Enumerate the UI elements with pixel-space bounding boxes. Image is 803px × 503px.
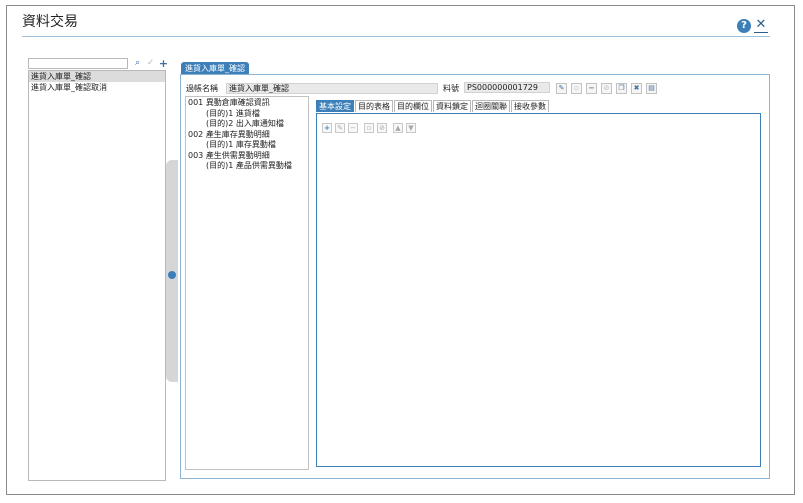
check-icon[interactable]: ✓ <box>145 58 156 69</box>
tree-target-node[interactable]: (目的)1 產品供需異動檔 <box>186 161 308 172</box>
edit-row-icon[interactable]: ✎ <box>335 123 345 133</box>
remove-icon[interactable]: − <box>586 83 597 94</box>
title-divider <box>22 36 770 37</box>
account-name-field[interactable]: 進貨入庫單_確認 <box>226 83 438 94</box>
subtab-2[interactable]: 目的欄位 <box>394 100 432 112</box>
subtab-4[interactable]: 迴圈關聯 <box>472 100 510 112</box>
tree-step-node[interactable]: 001 異動倉庫確認資訊 <box>186 98 308 109</box>
page-title: 資料交易 <box>22 14 78 30</box>
search-input[interactable] <box>28 58 128 69</box>
close-icon[interactable]: ✕ <box>754 18 768 33</box>
cancel-row-icon[interactable]: ⊘ <box>377 123 387 133</box>
tree-target-node[interactable]: (目的)2 出入庫通知檔 <box>186 119 308 130</box>
tree-target-node[interactable]: (目的)1 庫存異動檔 <box>186 140 308 151</box>
document-icon[interactable]: ▤ <box>646 83 657 94</box>
subtab-1[interactable]: 目的表格 <box>355 100 393 112</box>
move-down-icon[interactable]: ▼ <box>406 123 416 133</box>
subtab-bar: 基本設定 目的表格 目的欄位 資料鎖定 迴圈關聯 接收參數 <box>316 100 550 112</box>
save-icon[interactable]: ▫ <box>571 83 582 94</box>
copy-icon[interactable]: ❐ <box>616 83 627 94</box>
list-item-confirm[interactable]: 進貨入庫單_確認 <box>29 71 165 82</box>
number-label: 料號 <box>443 84 459 93</box>
subtab-0[interactable]: 基本設定 <box>316 100 354 112</box>
add-icon[interactable]: + <box>158 58 169 69</box>
edit-icon[interactable]: ✎ <box>556 83 567 94</box>
save-row-icon[interactable]: ▫ <box>364 123 374 133</box>
remove-row-icon[interactable]: − <box>348 123 358 133</box>
search-icon[interactable]: ⌕ <box>132 58 143 69</box>
detail-panel <box>316 113 761 467</box>
cancel-icon[interactable]: ⊘ <box>601 83 612 94</box>
subtab-3[interactable]: 資料鎖定 <box>433 100 471 112</box>
number-field[interactable]: PS000000001729 <box>464 82 550 93</box>
account-name-label: 過帳名稱 <box>186 84 218 93</box>
collapse-icon[interactable] <box>168 271 176 279</box>
list-item-cancel[interactable]: 進貨入庫單_確認取消 <box>29 82 165 93</box>
subtab-5[interactable]: 接收參數 <box>511 100 549 112</box>
help-icon[interactable]: ? <box>737 19 751 33</box>
step-tree: 001 異動倉庫確認資訊 (目的)1 進貨檔 (目的)2 出入庫通知檔 002 產生庫… <box>185 96 309 470</box>
tree-target-node[interactable]: (目的)1 進貨檔 <box>186 109 308 120</box>
add-row-icon[interactable]: + <box>322 123 332 133</box>
transaction-list: 進貨入庫單_確認 進貨入庫單_確認取消 <box>28 70 166 481</box>
tree-step-node[interactable]: 003 產生供需異動明細 <box>186 151 308 162</box>
delete-icon[interactable]: ✖ <box>631 83 642 94</box>
move-up-icon[interactable]: ▲ <box>393 123 403 133</box>
tree-step-node[interactable]: 002 產生庫存異動明細 <box>186 130 308 141</box>
